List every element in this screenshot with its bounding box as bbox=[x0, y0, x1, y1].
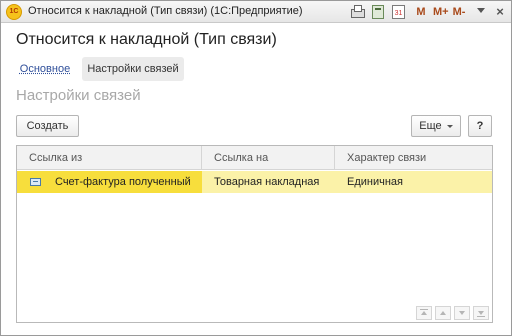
scroll-down-icon[interactable] bbox=[454, 306, 470, 320]
help-button[interactable]: ? bbox=[468, 115, 492, 137]
more-button-label: Еще bbox=[419, 120, 442, 132]
column-header-link-from[interactable]: Ссылка из bbox=[17, 146, 202, 170]
scroll-last-icon[interactable] bbox=[473, 306, 489, 320]
print-icon[interactable] bbox=[350, 5, 365, 19]
more-button[interactable]: Еще bbox=[411, 115, 461, 137]
table-header: Ссылка из Ссылка на Характер связи bbox=[17, 146, 492, 170]
help-button-label: ? bbox=[476, 120, 484, 132]
document-icon bbox=[30, 178, 41, 186]
chevron-down-icon bbox=[446, 124, 453, 128]
column-header-link-kind[interactable]: Характер связи bbox=[335, 146, 492, 170]
title-bar: 1С Относится к накладной (Тип связи) (1С… bbox=[1, 1, 511, 23]
column-header-link-to[interactable]: Ссылка на bbox=[202, 146, 335, 170]
form-title: Относится к накладной (Тип связи) bbox=[16, 31, 277, 48]
window-menu-icon[interactable] bbox=[476, 6, 486, 20]
section-title: Настройки связей bbox=[16, 87, 141, 104]
tab-main[interactable]: Основное bbox=[16, 57, 74, 81]
scroll-first-icon[interactable] bbox=[416, 306, 432, 320]
window-title: Относится к накладной (Тип связи) (1С:Пр… bbox=[28, 5, 303, 17]
cell-link-kind[interactable]: Единичная bbox=[335, 171, 492, 193]
close-icon[interactable]: × bbox=[494, 5, 506, 19]
cell-link-from[interactable]: Счет-фактура полученный bbox=[17, 171, 202, 193]
create-button[interactable]: Создать bbox=[16, 115, 79, 137]
scroll-up-icon[interactable] bbox=[435, 306, 451, 320]
memory-m-minus-icon[interactable]: M- bbox=[452, 5, 466, 19]
memory-m-icon[interactable]: M bbox=[416, 5, 426, 19]
memory-m-plus-icon[interactable]: M+ bbox=[433, 5, 449, 19]
cell-link-to[interactable]: Товарная накладная bbox=[202, 171, 335, 193]
calendar-icon[interactable]: 31 bbox=[392, 5, 405, 19]
app-window: 1С Относится к накладной (Тип связи) (1С… bbox=[0, 0, 512, 336]
cell-link-from-text: Счет-фактура полученный bbox=[55, 176, 191, 188]
table-row[interactable]: Счет-фактура полученный Товарная накладн… bbox=[17, 171, 492, 193]
tab-link-settings[interactable]: Настройки связей bbox=[82, 57, 184, 81]
calculator-icon[interactable] bbox=[372, 5, 384, 19]
table-navigation bbox=[416, 306, 490, 320]
app-logo-icon[interactable]: 1С bbox=[6, 4, 22, 20]
create-button-label: Создать bbox=[26, 120, 69, 132]
link-settings-table[interactable]: Ссылка из Ссылка на Характер связи Счет-… bbox=[16, 145, 493, 323]
